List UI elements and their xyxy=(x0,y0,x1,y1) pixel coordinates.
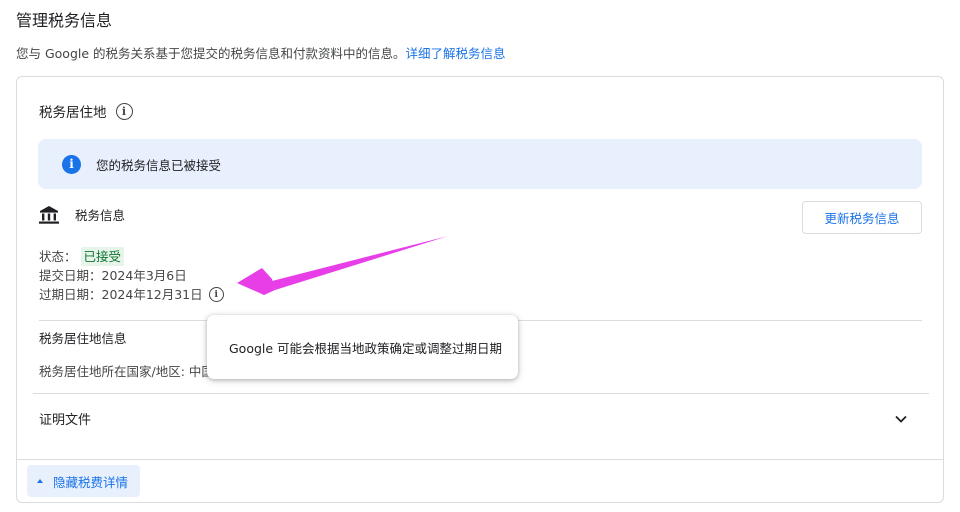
learn-more-link[interactable]: 详细了解税务信息 xyxy=(406,46,506,61)
residence-country: 税务居住地所在国家/地区: 中国 xyxy=(39,361,214,380)
status-label: 状态： xyxy=(39,249,77,264)
banner-text: 您的税务信息已被接受 xyxy=(96,157,222,173)
status-line: 状态： 已接受 xyxy=(39,247,224,266)
submit-date-line: 提交日期： 2024年3月6日 xyxy=(39,266,224,285)
expire-date-value: 2024年12月31日 xyxy=(101,287,203,302)
expire-date-line: 过期日期： 2024年12月31日 i xyxy=(39,285,224,304)
tax-card: 税务居住地 i i 您的税务信息已被接受 税务信息 更新税务信息 状态： 已接受… xyxy=(16,76,944,503)
section-title: 税务居住地 xyxy=(39,105,107,121)
page-title: 管理税务信息 xyxy=(16,11,113,30)
status-block: 状态： 已接受 提交日期： 2024年3月6日 过期日期： 2024年12月31… xyxy=(39,247,224,304)
divider xyxy=(33,393,929,394)
tooltip: Google 可能会根据当地政策确定或调整过期日期 xyxy=(207,315,518,379)
submit-date-value: 2024年3月6日 xyxy=(101,268,187,283)
status-badge: 已接受 xyxy=(80,247,125,266)
subtitle-text: 您与 Google 的税务关系基于您提交的税务信息和付款资料中的信息。 xyxy=(16,46,406,61)
caret-up-icon xyxy=(37,479,43,483)
hide-details-button[interactable]: 隐藏税费详情 xyxy=(27,465,141,497)
status-banner: i 您的税务信息已被接受 xyxy=(38,139,922,189)
hide-details-label: 隐藏税费详情 xyxy=(53,474,129,490)
documents-label[interactable]: 证明文件 xyxy=(39,409,91,428)
tooltip-text: Google 可能会根据当地政策确定或调整过期日期 xyxy=(229,340,503,356)
info-icon[interactable]: i xyxy=(115,102,133,120)
divider xyxy=(17,459,943,460)
info-filled-icon: i xyxy=(62,154,81,174)
expire-date-label: 过期日期： xyxy=(39,287,102,302)
country-label: 税务居住地所在国家/地区: xyxy=(39,364,189,379)
update-tax-info-button[interactable]: 更新税务信息 xyxy=(802,201,922,234)
residence-heading: 税务居住地信息 xyxy=(39,331,127,346)
section-header: 税务居住地 i xyxy=(39,101,133,121)
bank-icon xyxy=(39,205,59,224)
expire-info-icon[interactable]: i xyxy=(208,287,224,302)
tax-info-row: 税务信息 xyxy=(39,205,125,224)
submit-date-label: 提交日期： xyxy=(39,268,102,283)
tax-info-label: 税务信息 xyxy=(75,208,126,223)
page-subtitle: 您与 Google 的税务关系基于您提交的税务信息和付款资料中的信息。详细了解税… xyxy=(16,43,506,62)
chevron-down-icon[interactable] xyxy=(893,411,909,427)
